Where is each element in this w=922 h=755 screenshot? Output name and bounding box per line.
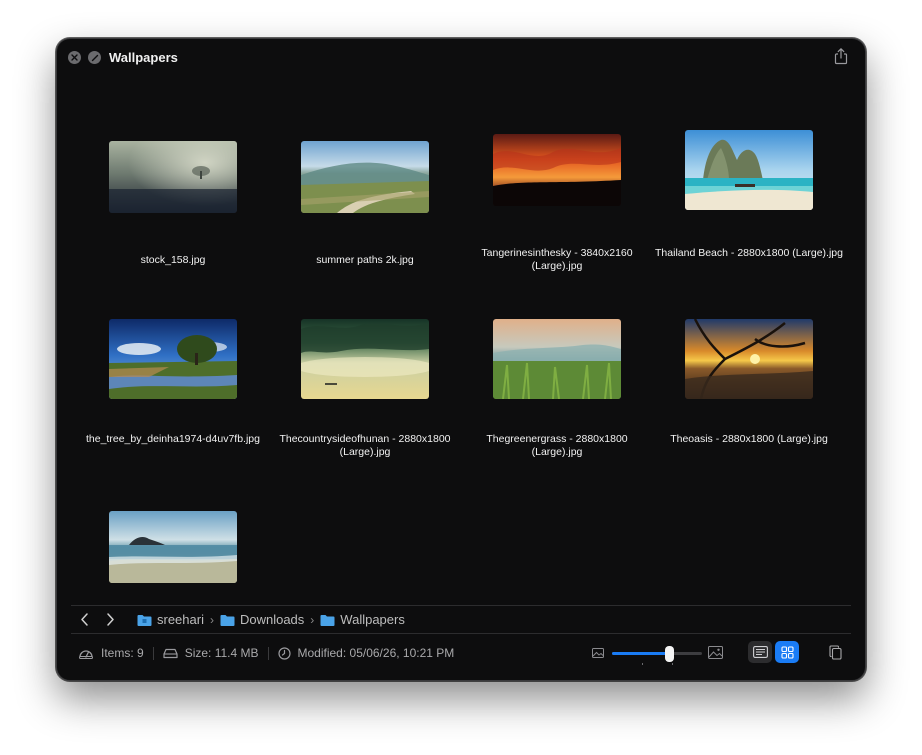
close-button[interactable] — [68, 51, 81, 64]
share-icon — [834, 48, 848, 65]
slash-circle-icon — [91, 54, 98, 61]
quicklook-window: Wallpapers stock_158.jpg summer paths 2k… — [56, 38, 866, 681]
file-name: Thegreenergrass - 2880x1800 (Large).jpg — [486, 433, 628, 458]
chevron-right-icon — [106, 613, 114, 626]
list-view-button[interactable] — [748, 641, 772, 663]
grid-view-button[interactable] — [775, 641, 799, 663]
file-name: Tangerinesinthesky - 3840x2160 (Large).j… — [481, 247, 633, 272]
size-label: Size: 11.4 MB — [184, 646, 259, 660]
copy-icon — [828, 644, 842, 660]
thumbnail — [493, 319, 621, 399]
thumbnail — [493, 134, 621, 206]
grid-view-icon — [780, 645, 794, 659]
share-button[interactable] — [833, 47, 851, 67]
fullscreen-button[interactable] — [88, 51, 101, 64]
breadcrumb-label: Downloads — [239, 612, 305, 627]
large-image-icon — [708, 646, 723, 659]
thumbnail — [685, 130, 813, 210]
path-bar: sreehari › Downloads › Wallpapers — [71, 605, 851, 634]
file-name: the_tree_by_deinha1974-d4uv7fb.jpg — [86, 433, 260, 445]
breadcrumb-downloads[interactable]: Downloads — [220, 612, 304, 627]
thumbnail — [301, 319, 429, 399]
divider — [152, 646, 154, 660]
file-name: Thecountrysideofhunan - 2880x1800 (Large… — [279, 433, 451, 458]
small-image-icon — [592, 648, 604, 658]
slider-knob[interactable] — [664, 646, 674, 662]
items-count: Items: 9 — [78, 646, 144, 660]
size-info: Size: 11.4 MB — [163, 646, 259, 660]
breadcrumb-label: Wallpapers — [340, 612, 405, 627]
file-name: stock_158.jpg — [140, 254, 206, 266]
slider-track[interactable] — [612, 646, 702, 665]
breadcrumb-separator: › — [209, 612, 214, 627]
copy-button[interactable] — [823, 641, 847, 663]
modified-label: Modified: 05/06/26, 10:21 PM — [297, 646, 455, 660]
slider-fill — [612, 652, 669, 655]
status-bar: Items: 9 Size: 11.4 MB Modified: 05/06/2… — [57, 639, 865, 667]
close-icon — [71, 54, 78, 61]
divider — [267, 646, 269, 660]
file-name: Thailand Beach - 2880x1800 (Large).jpg — [655, 247, 843, 259]
modified-info: Modified: 05/06/26, 10:21 PM — [277, 646, 455, 660]
home-folder-icon — [137, 614, 152, 626]
folder-icon — [320, 614, 335, 626]
thumbnail-size-slider[interactable] — [592, 645, 723, 665]
file-name: summer paths 2k.jpg — [316, 254, 414, 266]
file-grid: stock_158.jpg summer paths 2k.jpg Tanger… — [57, 75, 865, 605]
thumbnail — [109, 141, 237, 213]
thumbnail — [109, 319, 237, 399]
window-title: Wallpapers — [109, 50, 178, 65]
clock-icon — [277, 646, 291, 660]
forward-button[interactable] — [97, 607, 123, 633]
breadcrumb-wallpapers[interactable]: Wallpapers — [320, 612, 405, 627]
thumbnail — [109, 511, 237, 583]
breadcrumb-sreehari[interactable]: sreehari — [137, 612, 204, 627]
file-name: Theoasis - 2880x1800 (Large).jpg — [670, 433, 828, 445]
slider-tick — [642, 663, 643, 665]
items-count-label: Items: 9 — [101, 646, 144, 660]
folder-icon — [220, 614, 235, 626]
slider-tick — [672, 663, 673, 665]
gauge-icon — [79, 650, 93, 659]
drive-icon — [163, 648, 178, 658]
back-button[interactable] — [71, 607, 97, 633]
thumbnail — [301, 141, 429, 213]
thumbnail — [685, 319, 813, 399]
list-view-icon — [752, 646, 768, 658]
chevron-left-icon — [80, 613, 88, 626]
breadcrumb-label: sreehari — [157, 612, 204, 627]
breadcrumb-separator: › — [310, 612, 315, 627]
title-bar: Wallpapers — [57, 39, 865, 75]
